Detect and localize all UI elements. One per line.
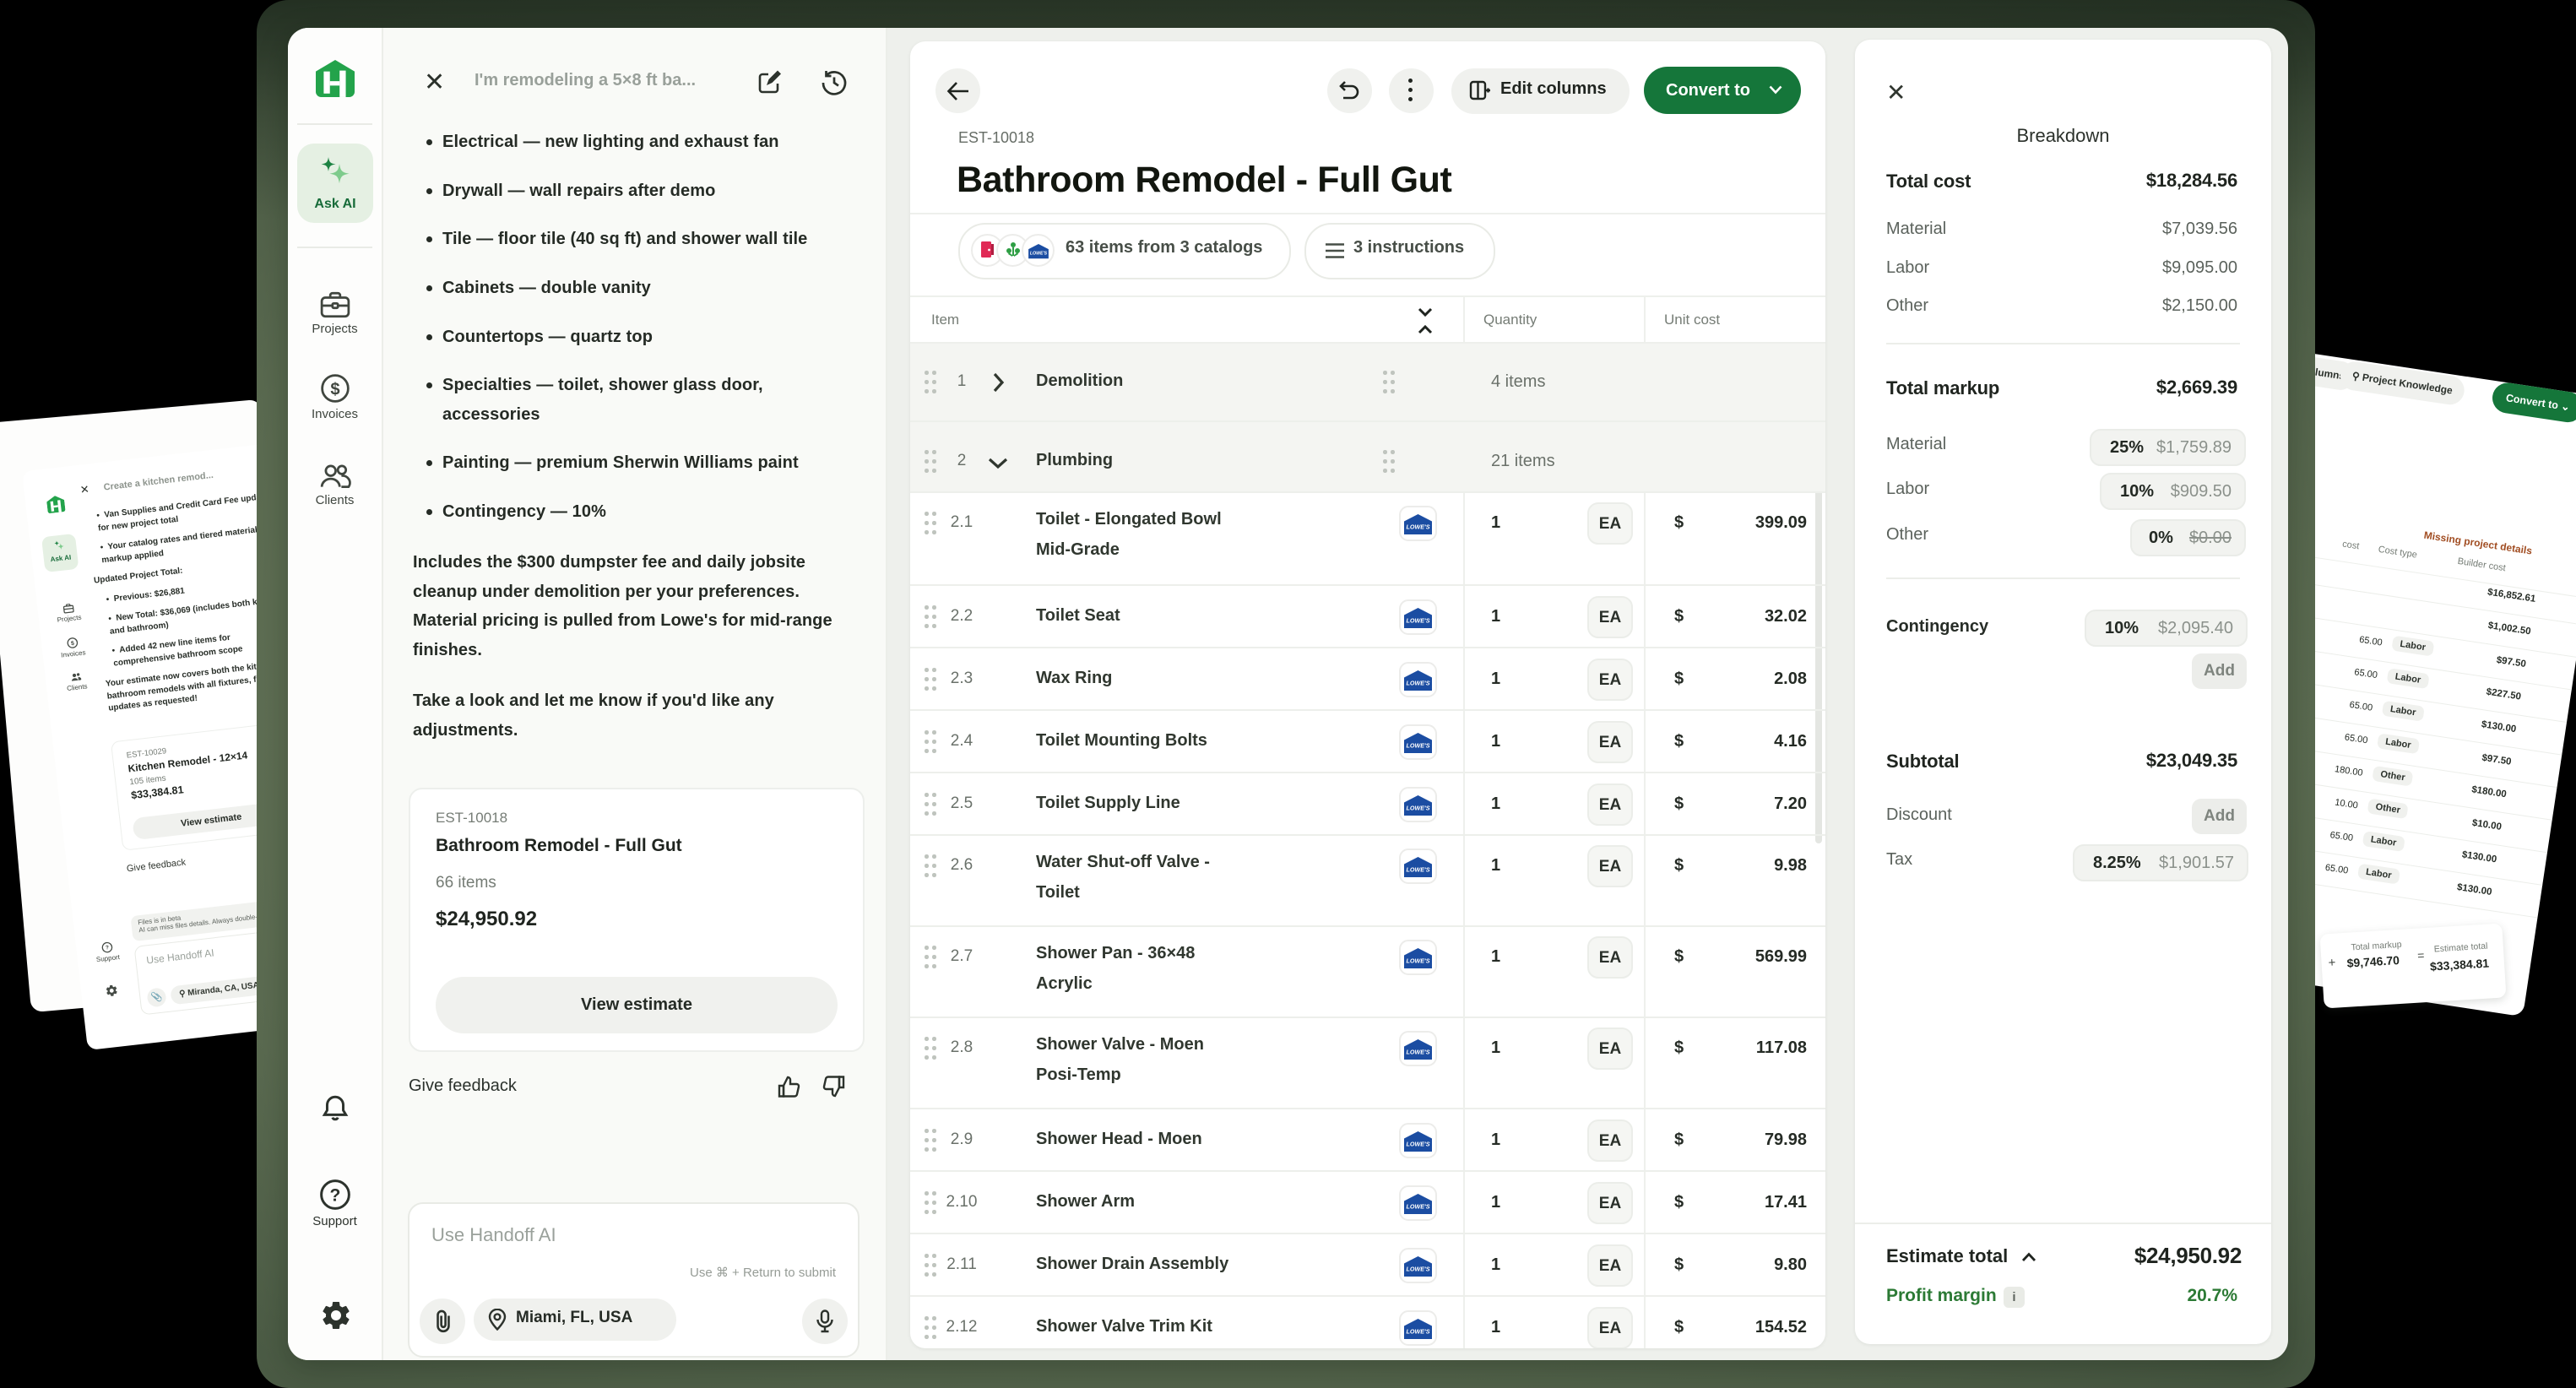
svg-text:?: ? — [329, 1185, 340, 1205]
svg-text:?: ? — [105, 945, 109, 951]
svg-text:LOWE'S: LOWE'S — [1406, 680, 1429, 687]
svg-text:LOWE'S: LOWE'S — [1030, 252, 1048, 257]
svg-text:$: $ — [330, 380, 339, 399]
svg-text:LOWE'S: LOWE'S — [1406, 805, 1429, 812]
svg-text:LOWE'S: LOWE'S — [1406, 1266, 1429, 1273]
svg-text:LOWE'S: LOWE'S — [1406, 1141, 1429, 1148]
svg-text:LOWE'S: LOWE'S — [1406, 742, 1429, 750]
svg-text:LOWE'S: LOWE'S — [1406, 957, 1429, 965]
svg-text:LOWE'S: LOWE'S — [1406, 523, 1429, 531]
svg-text:$: $ — [70, 641, 74, 647]
svg-text:LOWE'S: LOWE'S — [1406, 1328, 1429, 1336]
svg-text:LOWE'S: LOWE'S — [1406, 866, 1429, 874]
svg-text:LOWE'S: LOWE'S — [1406, 1203, 1429, 1211]
svg-text:LOWE'S: LOWE'S — [1406, 617, 1429, 625]
svg-text:LOWE'S: LOWE'S — [1406, 1049, 1429, 1056]
